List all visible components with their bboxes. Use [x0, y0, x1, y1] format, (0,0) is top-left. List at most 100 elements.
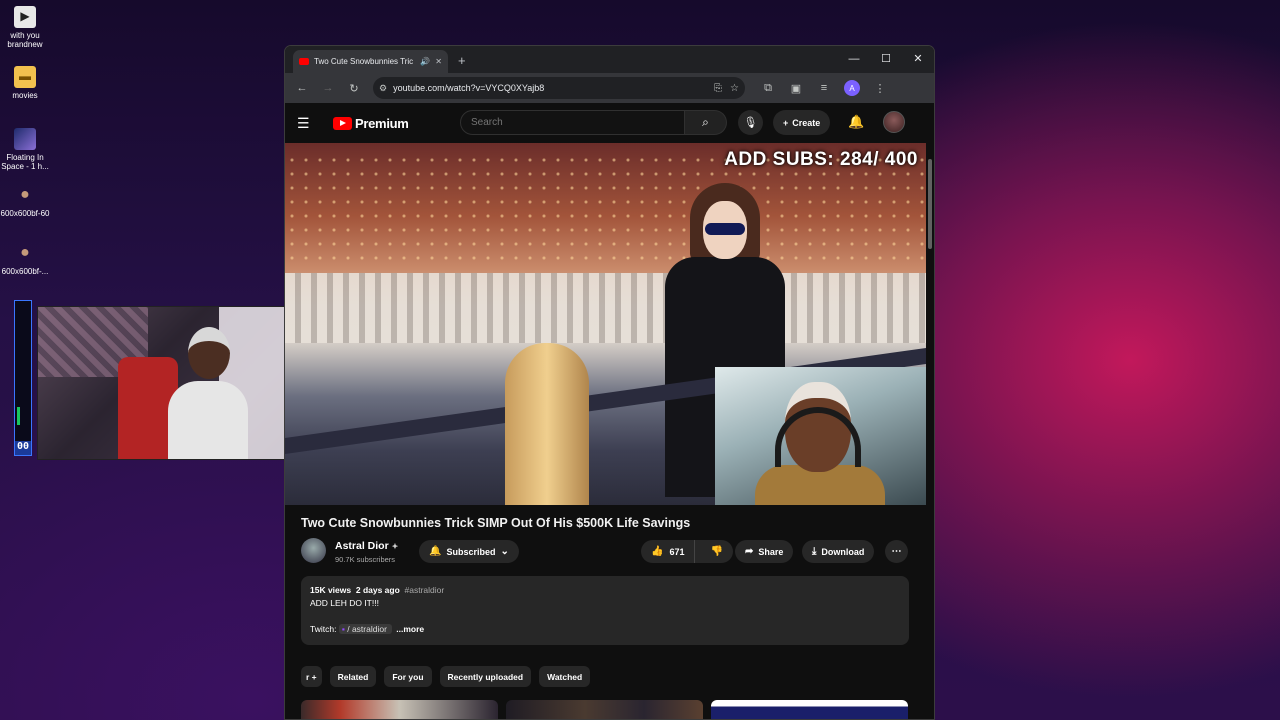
- speaker-icon[interactable]: 🔊: [420, 57, 430, 66]
- youtube-favicon-icon: [299, 58, 309, 65]
- show-more-link[interactable]: ...more: [396, 624, 424, 634]
- tab-title: Two Cute Snowbunnies Tric: [314, 57, 414, 66]
- new-tab-button[interactable]: +: [458, 53, 466, 68]
- page-scrollbar[interactable]: [926, 143, 934, 719]
- close-window-icon[interactable]: ✕: [902, 46, 934, 73]
- install-app-icon[interactable]: ⎘: [714, 83, 722, 94]
- channel-name[interactable]: Astral Dior ✦: [335, 540, 398, 552]
- bell-icon: 🔔: [429, 546, 442, 557]
- video-thumbnail[interactable]: [711, 700, 908, 719]
- desktop-icon-600x600bf-60[interactable]: ● 600x600bf-60: [0, 184, 50, 218]
- download-label: Download: [821, 546, 865, 557]
- youtube-header: ☰ Premium ⌕ 🎙 + Create 🔔: [285, 103, 934, 143]
- share-label: Share: [758, 546, 784, 557]
- video-thumbnail[interactable]: [301, 700, 498, 719]
- video-title: Two Cute Snowbunnies Trick SIMP Out Of H…: [301, 516, 691, 530]
- video-post: [505, 343, 589, 505]
- account-avatar[interactable]: [883, 111, 905, 133]
- search-icon[interactable]: ⌕: [685, 110, 727, 135]
- extensions-icon[interactable]: ⧉: [757, 77, 779, 99]
- share-button[interactable]: ➦ Share: [735, 540, 794, 563]
- channel-badge-icon: ✦: [391, 542, 399, 551]
- side-panel-icon[interactable]: ▣: [785, 77, 807, 99]
- hashtag-link[interactable]: #astraldior: [405, 585, 445, 595]
- desktop-icon-600x600bf[interactable]: ● 600x600bf-...: [0, 242, 50, 276]
- twitch-link-text: / astraldior: [347, 624, 387, 634]
- logo-text: Premium: [355, 115, 409, 131]
- notifications-bell-icon[interactable]: 🔔: [848, 114, 864, 130]
- scrollbar-thumb[interactable]: [928, 159, 932, 249]
- close-tab-icon[interactable]: ✕: [435, 57, 442, 66]
- thumbs-up-icon: 👍: [651, 546, 664, 557]
- search-input[interactable]: [460, 110, 685, 135]
- browser-window: Two Cute Snowbunnies Tric 🔊 ✕ + — ☐ ✕ ← …: [284, 45, 935, 720]
- desktop-icon-label: 600x600bf-...: [1, 267, 49, 276]
- twitch-line: Twitch: ▪ / astraldior ...more: [310, 623, 900, 636]
- chip-for-you[interactable]: For you: [384, 666, 432, 687]
- cam-head: [188, 327, 230, 379]
- browser-menu-icon[interactable]: ⋮: [869, 77, 891, 99]
- minimize-icon[interactable]: —: [838, 46, 870, 73]
- like-count: 671: [669, 546, 685, 557]
- channel-avatar[interactable]: [301, 538, 326, 563]
- subscribed-button[interactable]: 🔔 Subscribed ⌄: [419, 540, 519, 563]
- profile-button[interactable]: A: [841, 77, 863, 99]
- site-info-icon[interactable]: ⚙: [379, 83, 387, 94]
- video-player[interactable]: ADD SUBS: 284/ 400: [285, 143, 926, 505]
- address-bar[interactable]: ⚙ youtube.com/watch?v=VYCQ0XYajb8 ⎘ ☆: [373, 77, 745, 99]
- image-file-icon: [14, 128, 36, 150]
- subscriber-count: 90.7K subscribers: [335, 555, 396, 564]
- url-text: youtube.com/watch?v=VYCQ0XYajb8: [393, 83, 545, 93]
- description-box[interactable]: 15K views 2 days ago #astraldior ADD LEH…: [301, 576, 909, 645]
- window-controls: — ☐ ✕: [838, 46, 934, 73]
- youtube-premium-logo[interactable]: Premium: [333, 116, 409, 131]
- microphone-icon[interactable]: 🎙: [738, 110, 763, 135]
- media-control-icon[interactable]: ≡: [813, 77, 835, 99]
- extension-area: ⧉ ▣ ≡ A ⋮: [757, 77, 891, 99]
- woman-sunglasses: [705, 223, 745, 235]
- image-file-icon: ●: [20, 243, 30, 261]
- tab-strip: Two Cute Snowbunnies Tric 🔊 ✕ + — ☐ ✕: [285, 46, 934, 73]
- chip-watched[interactable]: Watched: [539, 666, 591, 687]
- desktop-icon-label: movies: [12, 91, 38, 100]
- desktop-icon-with-you-brandnew[interactable]: ▶ with you brandnew: [0, 6, 50, 49]
- twitch-link[interactable]: ▪ / astraldior: [338, 624, 393, 634]
- folder-icon: ▬: [14, 66, 36, 88]
- thumbs-down-icon: 👎: [710, 546, 723, 557]
- chip-recently-uploaded[interactable]: Recently uploaded: [439, 666, 532, 687]
- chip-partial[interactable]: r +: [301, 666, 322, 687]
- more-actions-button[interactable]: ⋯: [885, 540, 908, 563]
- desktop-icon-floating-in-space[interactable]: Floating In Space - 1 h...: [0, 128, 50, 171]
- tab-youtube-video[interactable]: Two Cute Snowbunnies Tric 🔊 ✕: [293, 50, 448, 73]
- youtube-logo-icon: [333, 116, 352, 130]
- like-dislike-group: 👍 671 👎: [641, 540, 733, 563]
- share-icon: ➦: [745, 546, 754, 557]
- channel-name-text: Astral Dior: [335, 540, 389, 552]
- desktop-icon-movies[interactable]: ▬ movies: [0, 66, 50, 100]
- video-thumbnail[interactable]: [506, 700, 703, 719]
- reload-icon[interactable]: ↻: [343, 77, 365, 99]
- like-button[interactable]: 👍 671: [641, 540, 696, 563]
- twitch-icon: ▪: [341, 624, 345, 634]
- more-horizontal-icon: ⋯: [891, 546, 902, 557]
- download-icon: ⤓: [812, 546, 817, 557]
- dislike-button[interactable]: 👎: [700, 540, 732, 563]
- video-file-icon: ▶: [14, 6, 36, 28]
- maximize-icon[interactable]: ☐: [870, 46, 902, 73]
- image-file-icon: ●: [20, 185, 30, 203]
- chip-related[interactable]: Related: [329, 666, 377, 687]
- twitch-prefix: Twitch:: [310, 624, 337, 634]
- chevron-down-icon: ⌄: [500, 546, 509, 557]
- subscribed-label: Subscribed: [446, 546, 496, 557]
- desktop-icon-label: with you brandnew: [7, 31, 43, 50]
- hamburger-menu-icon[interactable]: ☰: [297, 115, 321, 132]
- bookmark-star-icon[interactable]: ☆: [730, 83, 739, 94]
- back-icon[interactable]: ←: [291, 77, 313, 99]
- video-balcony: [285, 273, 926, 343]
- forward-icon[interactable]: →: [317, 77, 339, 99]
- reactor-webcam-overlay: [715, 367, 926, 505]
- desktop-icon-label: Floating In Space - 1 h...: [1, 153, 49, 172]
- related-chips-bar: r + Related For you Recently uploaded Wa…: [301, 666, 591, 687]
- create-button[interactable]: + Create: [773, 110, 831, 135]
- download-button[interactable]: ⤓ Download: [802, 540, 875, 563]
